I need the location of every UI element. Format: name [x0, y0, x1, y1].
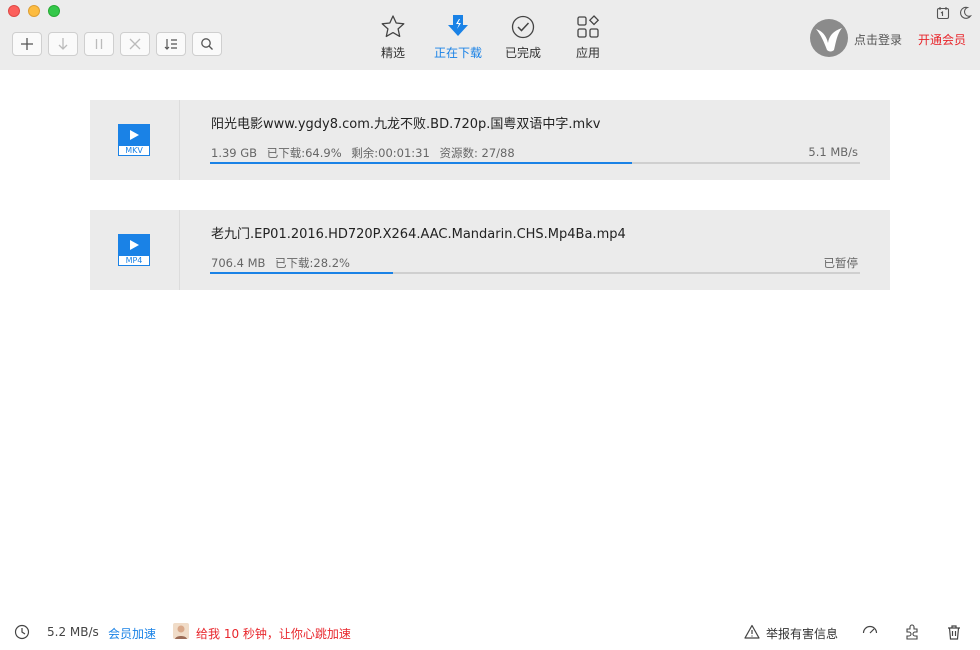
tab-label: 正在下载	[433, 46, 482, 60]
star-icon	[381, 15, 405, 38]
task-downloaded: 已下载:28.2%	[275, 256, 350, 270]
task-remaining: 剩余:00:01:31	[351, 146, 430, 160]
video-file-icon: MKV	[118, 124, 150, 156]
close-icon	[129, 38, 141, 50]
check-circle-icon	[511, 15, 535, 39]
delete-button[interactable]	[120, 32, 150, 56]
task-icon-cell: MP4	[90, 210, 180, 290]
task-status: 5.1 MB/s	[808, 145, 858, 159]
tab-completed[interactable]: 已完成	[490, 14, 556, 64]
video-file-icon: MP4	[118, 234, 150, 266]
apps-icon	[577, 15, 600, 38]
window-minimize-button[interactable]	[28, 5, 40, 17]
task-size: 706.4 MB	[211, 256, 266, 270]
download-icon	[448, 15, 468, 36]
pause-button[interactable]	[84, 32, 114, 56]
progress-bar	[210, 272, 860, 274]
plugin-icon[interactable]	[904, 624, 920, 644]
clock-icon[interactable]	[14, 624, 30, 644]
search-button[interactable]	[192, 32, 222, 56]
task-downloaded: 已下载:64.9%	[266, 146, 342, 160]
calendar-icon[interactable]	[936, 5, 950, 24]
tab-featured[interactable]: 精选	[360, 14, 426, 64]
download-task[interactable]: MKV 阳光电影www.ygdy8.com.九龙不败.BD.720p.国粤双语中…	[90, 100, 890, 180]
new-task-button[interactable]	[12, 32, 42, 56]
progress-fill	[210, 162, 632, 164]
window-close-button[interactable]	[8, 5, 20, 17]
progress-fill	[210, 272, 394, 274]
vip-speedup-link[interactable]: 会员加速	[108, 625, 156, 642]
task-sources: 资源数: 27/88	[439, 146, 515, 160]
task-name: 阳光电影www.ygdy8.com.九龙不败.BD.720p.国粤双语中字.mk…	[211, 117, 601, 132]
file-extension: MKV	[118, 145, 150, 156]
pause-icon	[95, 39, 103, 49]
total-speed: 5.2 MB/s	[47, 625, 99, 639]
list-sort-icon	[164, 39, 177, 50]
tab-downloading[interactable]: 正在下载	[425, 14, 491, 64]
task-icon-cell: MKV	[90, 100, 180, 180]
arrow-down-icon	[58, 38, 68, 50]
plus-icon	[21, 38, 33, 50]
task-status: 已暂停	[823, 256, 859, 270]
speed-gauge-icon[interactable]	[862, 624, 878, 644]
task-meta: 706.4 MB 已下载:28.2%	[211, 255, 356, 271]
tab-label: 精选	[380, 46, 405, 60]
task-size: 1.39 GB	[211, 146, 258, 160]
trash-icon[interactable]	[946, 624, 962, 644]
promo-avatar-icon	[173, 623, 189, 643]
download-task[interactable]: MP4 老九门.EP01.2016.HD720P.X264.AAC.Mandar…	[90, 210, 890, 290]
start-button[interactable]	[48, 32, 78, 56]
status-bar: 5.2 MB/s 会员加速 给我 10 秒钟，让你心跳加速 举报有害信息	[0, 614, 980, 650]
login-link[interactable]: 点击登录	[854, 31, 902, 48]
tab-label: 已完成	[504, 46, 541, 60]
task-meta: 1.39 GB 已下载:64.9% 剩余:00:01:31 资源数: 27/88	[211, 145, 521, 161]
search-icon	[201, 38, 213, 50]
warning-icon	[744, 624, 760, 644]
tab-label: 应用	[575, 46, 600, 60]
task-name: 老九门.EP01.2016.HD720P.X264.AAC.Mandarin.C…	[211, 227, 626, 242]
toolbar: 精选 正在下载 已完成 应用 点击登录 开通会员	[0, 0, 980, 70]
report-link[interactable]: 举报有害信息	[766, 625, 838, 642]
promo-link[interactable]: 给我 10 秒钟，让你心跳加速	[196, 625, 351, 642]
sort-button[interactable]	[156, 32, 186, 56]
file-extension: MP4	[118, 255, 150, 266]
tab-apps[interactable]: 应用	[555, 14, 621, 64]
progress-bar	[210, 162, 860, 164]
window-zoom-button[interactable]	[48, 5, 60, 17]
avatar[interactable]	[810, 19, 848, 57]
moon-icon[interactable]	[958, 5, 972, 24]
vip-link[interactable]: 开通会员	[918, 31, 966, 48]
